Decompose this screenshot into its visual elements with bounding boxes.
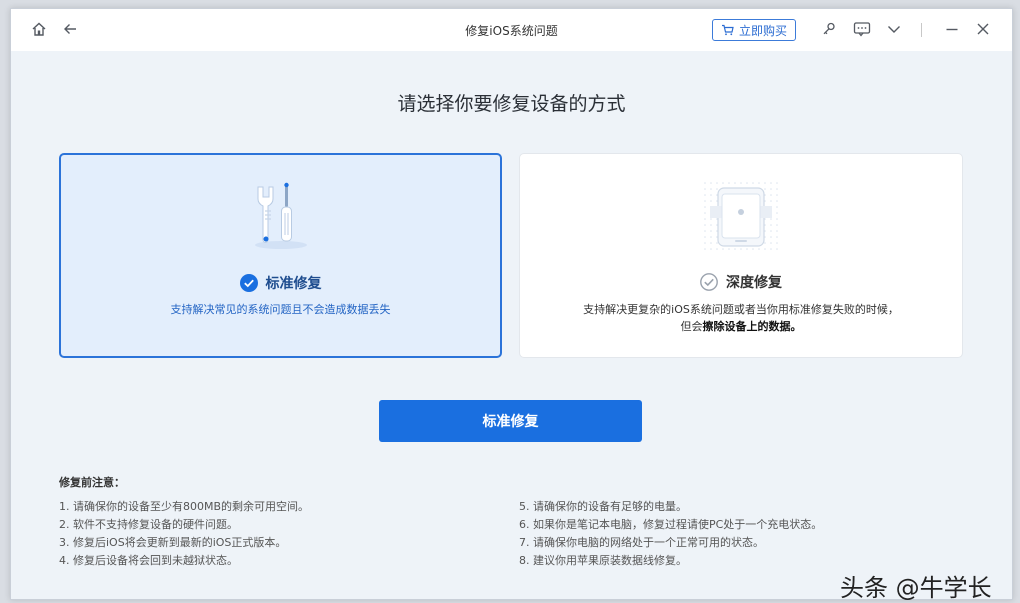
deep-repair-description: 支持解决更复杂的iOS系统问题或者当你用标准修复失败的时候，但会擦除设备上的数据… [580,301,902,335]
buy-now-label: 立即购买 [738,23,787,38]
deep-repair-title: 深度修复 [726,275,782,291]
note-item: 2. 软件不支持修复设备的硬件问题。 [59,518,238,531]
check-circle-icon [239,274,258,292]
buy-now-button[interactable]: 立即购买 [712,19,796,41]
close-icon[interactable] [973,19,993,39]
title-bar: 修复iOS系统问题 立即购买 [11,9,1012,51]
note-item: 5. 请确保你的设备有足够的电量。 [519,500,687,513]
note-item: 3. 修复后iOS将会更新到最新的iOS正式版本。 [59,536,287,549]
note-item: 1. 请确保你的设备至少有800MB的剩余可用空间。 [59,500,310,513]
note-item: 8. 建议你用苹果原装数据线修复。 [519,554,687,567]
standard-repair-description: 支持解决常见的系统问题且不会造成数据丢失 [170,303,391,316]
key-icon[interactable] [819,19,839,39]
note-item: 7. 请确保你电脑的网络处于一个正常可用的状态。 [519,536,764,549]
feedback-icon[interactable] [852,19,872,39]
cart-icon [721,24,734,36]
device-icon [701,180,781,250]
note-item: 4. 修复后设备将会回到未越狱状态。 [59,554,238,567]
note-item: 6. 如果你是笔记本电脑，修复过程请使PC处于一个充电状态。 [519,518,823,531]
page-heading: 请选择你要修复设备的方式 [397,93,626,115]
notes-title: 修复前注意： [59,476,125,489]
standard-repair-card[interactable]: 标准修复 支持解决常见的系统问题且不会造成数据丢失 [59,153,502,358]
titlebar-divider [921,23,922,37]
start-repair-button[interactable]: 标准修复 [379,400,642,442]
repair-tools-icon [254,182,307,249]
notes-list-right: 5. 请确保你的设备有足够的电量。 6. 如果你是笔记本电脑，修复过程请使PC处… [519,498,822,570]
minimize-icon[interactable] [942,19,962,39]
app-window: 修复iOS系统问题 立即购买 请选择你要修复设备的方式 标准修复 支持解决常见的… [10,8,1013,600]
standard-repair-title: 标准修复 [265,276,322,292]
check-circle-outline-icon [700,273,718,291]
watermark: 头条 @牛学长 [840,574,992,602]
deep-repair-card[interactable]: 深度修复 支持解决更复杂的iOS系统问题或者当你用标准修复失败的时候，但会擦除设… [519,153,963,358]
chevron-down-icon[interactable] [884,19,904,39]
deep-repair-warning: 擦除设备上的数据。 [702,320,802,333]
notes-list-left: 1. 请确保你的设备至少有800MB的剩余可用空间。 2. 软件不支持修复设备的… [59,498,309,570]
